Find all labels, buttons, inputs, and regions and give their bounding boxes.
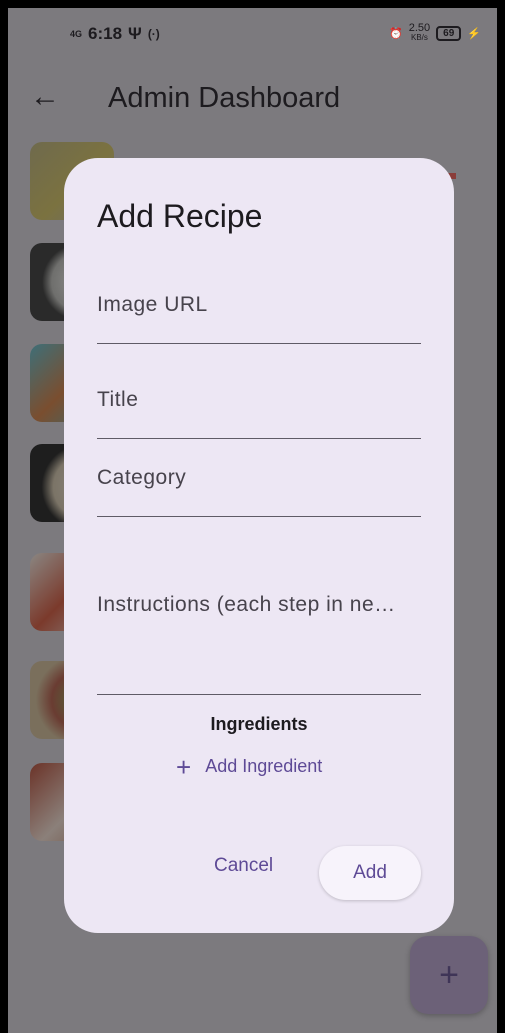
net-speed-unit: KB/s [411, 33, 428, 42]
instructions-field[interactable]: Instructions (each step in ne… [97, 533, 421, 695]
app-bar: ← Admin Dashboard [8, 68, 497, 128]
status-right: ⏰ 2.50 KB/s 69 ⚡ [389, 23, 481, 43]
alarm-icon: ⏰ [389, 27, 403, 40]
category-label: Category [97, 466, 187, 489]
usb-icon: Ψ [128, 24, 142, 43]
net-speed: 2.50 KB/s [409, 23, 430, 43]
signal-icon: 4G [70, 29, 83, 39]
charging-icon: ⚡ [467, 27, 481, 40]
image-url-label: Image URL [97, 293, 208, 316]
back-arrow-icon[interactable]: ← [30, 80, 60, 114]
status-left: 4G 6:18 Ψ (·) [70, 24, 160, 44]
page-title: Admin Dashboard [108, 82, 341, 114]
title-label: Title [97, 388, 139, 411]
status-bar: 4G 6:18 Ψ (·) ⏰ 2.50 KB/s 69 ⚡ [8, 8, 497, 60]
status-time: 6:18 [88, 24, 123, 43]
add-ingredient-button[interactable]: + Add Ingredient [176, 751, 323, 782]
dialog-title: Add Recipe [97, 198, 263, 234]
add-button[interactable]: Add [319, 846, 421, 900]
plus-icon: + [176, 751, 192, 782]
category-field[interactable]: Category [97, 448, 421, 517]
ingredients-heading: Ingredients [210, 714, 308, 734]
add-ingredient-label: Add Ingredient [205, 756, 323, 776]
add-recipe-dialog: Add Recipe Image URL Title Category Inst… [64, 158, 454, 933]
image-url-field[interactable]: Image URL [97, 273, 421, 344]
title-field[interactable]: Title [97, 368, 421, 439]
battery-icon: 69 [436, 25, 462, 41]
add-recipe-fab[interactable]: + [410, 936, 488, 1014]
app-screen: 4G 6:18 Ψ (·) ⏰ 2.50 KB/s 69 ⚡ ← Admin D… [8, 8, 497, 1033]
cancel-button[interactable]: Cancel [214, 855, 273, 877]
instructions-label: Instructions (each step in ne… [97, 593, 396, 616]
hotspot-icon: (·) [147, 27, 160, 41]
